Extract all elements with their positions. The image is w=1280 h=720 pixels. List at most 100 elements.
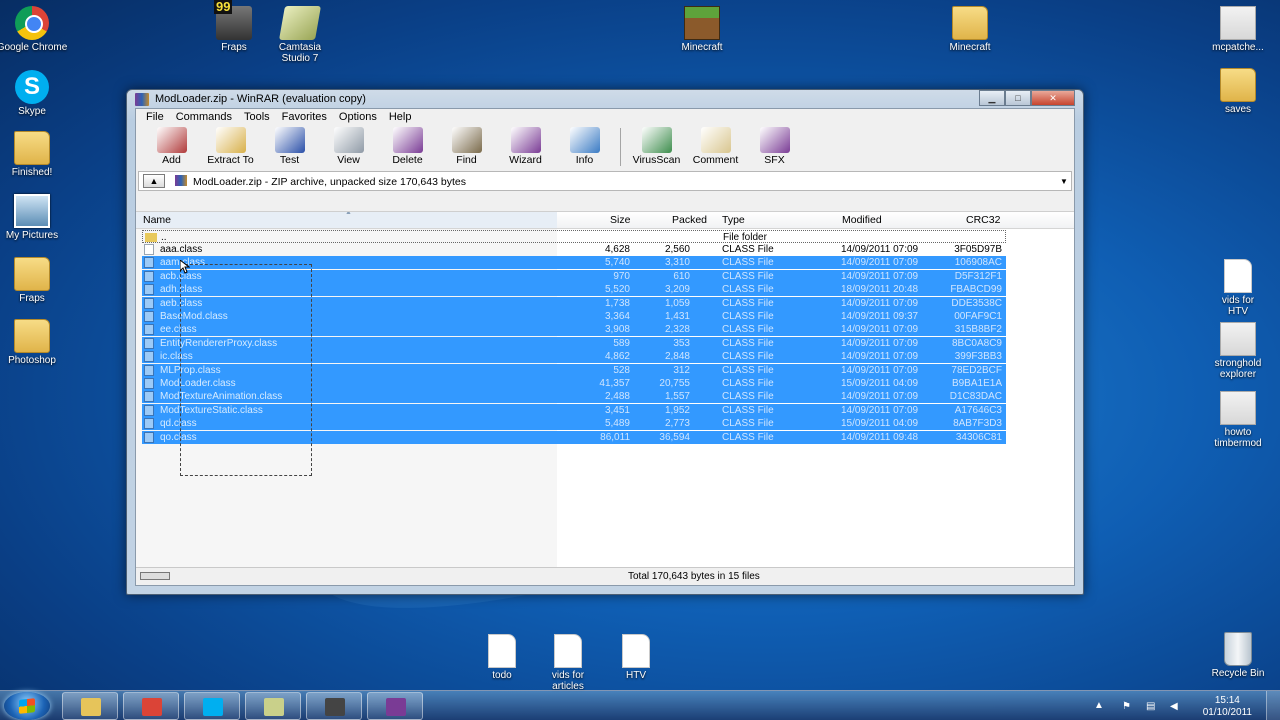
chevron-up-icon[interactable]: ▲	[1094, 700, 1106, 711]
desktop-icon-label: Finished!	[11, 167, 53, 178]
cell-packed: 2,328	[664, 324, 690, 336]
fraps-icon	[325, 698, 345, 716]
cell-size: 4,628	[604, 244, 630, 255]
menu-help[interactable]: Help	[383, 109, 418, 125]
zip-archive-icon	[175, 174, 187, 186]
folder-icon	[14, 194, 50, 228]
parent-folder-row[interactable]: .. File folder	[142, 230, 1006, 243]
cell-modified: 15/09/2011 04:09	[841, 418, 919, 430]
desktop-icon-google-chrome[interactable]: Google Chrome	[0, 6, 70, 53]
clock[interactable]: 15:14 01/10/2011	[1203, 695, 1252, 719]
column-header-modified[interactable]: Modified	[842, 214, 882, 226]
desktop-icon-fraps[interactable]: 99 Fraps	[196, 0, 272, 53]
desktop-icon-stronghold-explorer[interactable]: stronghold explorer	[1200, 322, 1276, 380]
desktop-icon-recycle-bin[interactable]: Recycle Bin	[1200, 632, 1276, 679]
cell-type: CLASS File	[722, 364, 774, 376]
volume-icon[interactable]: ◀	[1170, 701, 1182, 712]
winrar-icon	[135, 93, 149, 106]
column-header-crc32[interactable]: CRC32	[966, 214, 1000, 226]
toolbar-button-test[interactable]: Test	[260, 125, 319, 169]
toolbar-button-label: View	[337, 154, 360, 166]
desktop-icon-howto-timbermod[interactable]: howto timbermod	[1200, 391, 1276, 449]
desktop-icon-my-pictures[interactable]: My Pictures	[0, 194, 70, 241]
desktop-icon-finished[interactable]: Finished!	[0, 131, 70, 178]
maximize-button[interactable]: □	[1005, 90, 1031, 106]
class-file-icon	[144, 324, 154, 336]
column-header-size[interactable]: Size	[610, 214, 630, 226]
desktop-icon-skype[interactable]: S Skype	[0, 70, 70, 117]
cell-modified: 14/09/2011 07:09	[841, 324, 919, 336]
toolbar-button-add[interactable]: Add	[142, 125, 201, 169]
cell-size: 2,488	[604, 391, 630, 403]
toolbar-button-wizard[interactable]: Wizard	[496, 125, 555, 169]
start-button[interactable]	[4, 692, 50, 720]
mouse-cursor-icon	[179, 258, 191, 274]
show-desktop-button[interactable]	[1266, 691, 1280, 720]
sort-arrow-icon: ▲	[345, 211, 352, 216]
minimize-button[interactable]: ▁	[979, 90, 1005, 106]
cell-packed: 2,848	[664, 351, 690, 363]
toolbar-button-view[interactable]: View	[319, 125, 378, 169]
drive-icon[interactable]	[140, 572, 170, 580]
column-header-name[interactable]: Name	[143, 214, 171, 226]
cell-crc: 399F3BB3	[954, 351, 1002, 363]
taskbar-button-camtasia[interactable]	[245, 692, 301, 720]
taskbar-button-winrar[interactable]	[367, 692, 423, 720]
add-icon	[156, 127, 187, 153]
taskbar-button-skype[interactable]	[184, 692, 240, 720]
desktop-icon-vids-for-articles[interactable]: vids for articles	[530, 634, 606, 692]
desktop-icon-htv[interactable]: HTV	[598, 634, 674, 681]
desktop-icon-photoshop[interactable]: Photoshop	[0, 319, 70, 366]
desktop-icon-fraps-folder[interactable]: Fraps	[0, 257, 70, 304]
class-file-icon	[144, 431, 154, 443]
flag-icon[interactable]: ⚑	[1122, 701, 1134, 712]
desktop-icon-saves[interactable]: saves	[1200, 68, 1276, 115]
desktop-icon-label: todo	[492, 670, 512, 681]
taskbar-button-fraps[interactable]	[306, 692, 362, 720]
class-file-icon	[144, 311, 154, 322]
cell-modified: 14/09/2011 07:09	[841, 297, 919, 309]
status-text: Total 170,643 bytes in 15 files	[628, 571, 760, 582]
toolbar-button-label: Wizard	[509, 154, 542, 166]
toolbar-button-find[interactable]: Find	[437, 125, 496, 169]
toolbar-button-label: SFX	[764, 154, 785, 166]
desktop-icon-minecraft-folder[interactable]: Minecraft	[932, 6, 1008, 53]
cell-type: CLASS File	[722, 391, 774, 403]
explorer-icon	[81, 698, 101, 716]
toolbar-button-virusscan[interactable]: VirusScan	[627, 125, 686, 169]
desktop-icon-mcpatcher[interactable]: mcpatche...	[1200, 6, 1276, 53]
toolbar-button-delete[interactable]: Delete	[378, 125, 437, 169]
column-header-type[interactable]: Type	[722, 214, 745, 226]
table-row[interactable]: aaa.class 4,628 2,560 CLASS File 14/09/2011 …	[142, 243, 1006, 256]
menu-options[interactable]: Options	[333, 109, 383, 125]
class-file-icon	[144, 418, 154, 430]
menu-favorites[interactable]: Favorites	[276, 109, 333, 125]
taskbar-button-chrome[interactable]	[123, 692, 179, 720]
toolbar-button-info[interactable]: Info	[555, 125, 614, 169]
desktop-icon-todo[interactable]: todo	[464, 634, 540, 681]
menu-tools[interactable]: Tools	[238, 109, 276, 125]
desktop-icon-minecraft[interactable]: Minecraft	[664, 6, 740, 53]
desktop-icon-camtasia[interactable]: Camtasia Studio 7	[262, 6, 338, 64]
menu-commands[interactable]: Commands	[170, 109, 238, 125]
window-client: File Commands Tools Favorites Options He…	[135, 108, 1075, 586]
comment-icon	[700, 127, 731, 153]
class-file-icon	[144, 391, 154, 403]
column-header-packed[interactable]: Packed	[672, 214, 707, 226]
address-bar[interactable]: ▲ ModLoader.zip - ZIP archive, unpacked …	[138, 171, 1072, 191]
chevron-down-icon[interactable]: ▼	[1057, 177, 1071, 186]
network-icon[interactable]: ▤	[1146, 701, 1158, 712]
menu-file[interactable]: File	[140, 109, 170, 125]
cell-crc: 106908AC	[954, 257, 1002, 269]
taskbar-button-explorer[interactable]	[62, 692, 118, 720]
cell-crc: 34306C81	[955, 431, 1002, 443]
desktop-icon-vids-for-htv[interactable]: vids for HTV	[1200, 259, 1276, 317]
toolbar-button-extract-to[interactable]: Extract To	[201, 125, 260, 169]
close-button[interactable]: ✕	[1031, 90, 1075, 106]
toolbar-button-sfx[interactable]: SFX	[745, 125, 804, 169]
up-folder-button[interactable]: ▲	[143, 174, 165, 188]
toolbar-separator	[620, 128, 621, 166]
toolbar-button-comment[interactable]: Comment	[686, 125, 745, 169]
file-list[interactable]: Name ▲ Size Packed Type Modified CRC32 .…	[136, 211, 1074, 567]
cell-crc: FBABCD99	[950, 284, 1002, 296]
